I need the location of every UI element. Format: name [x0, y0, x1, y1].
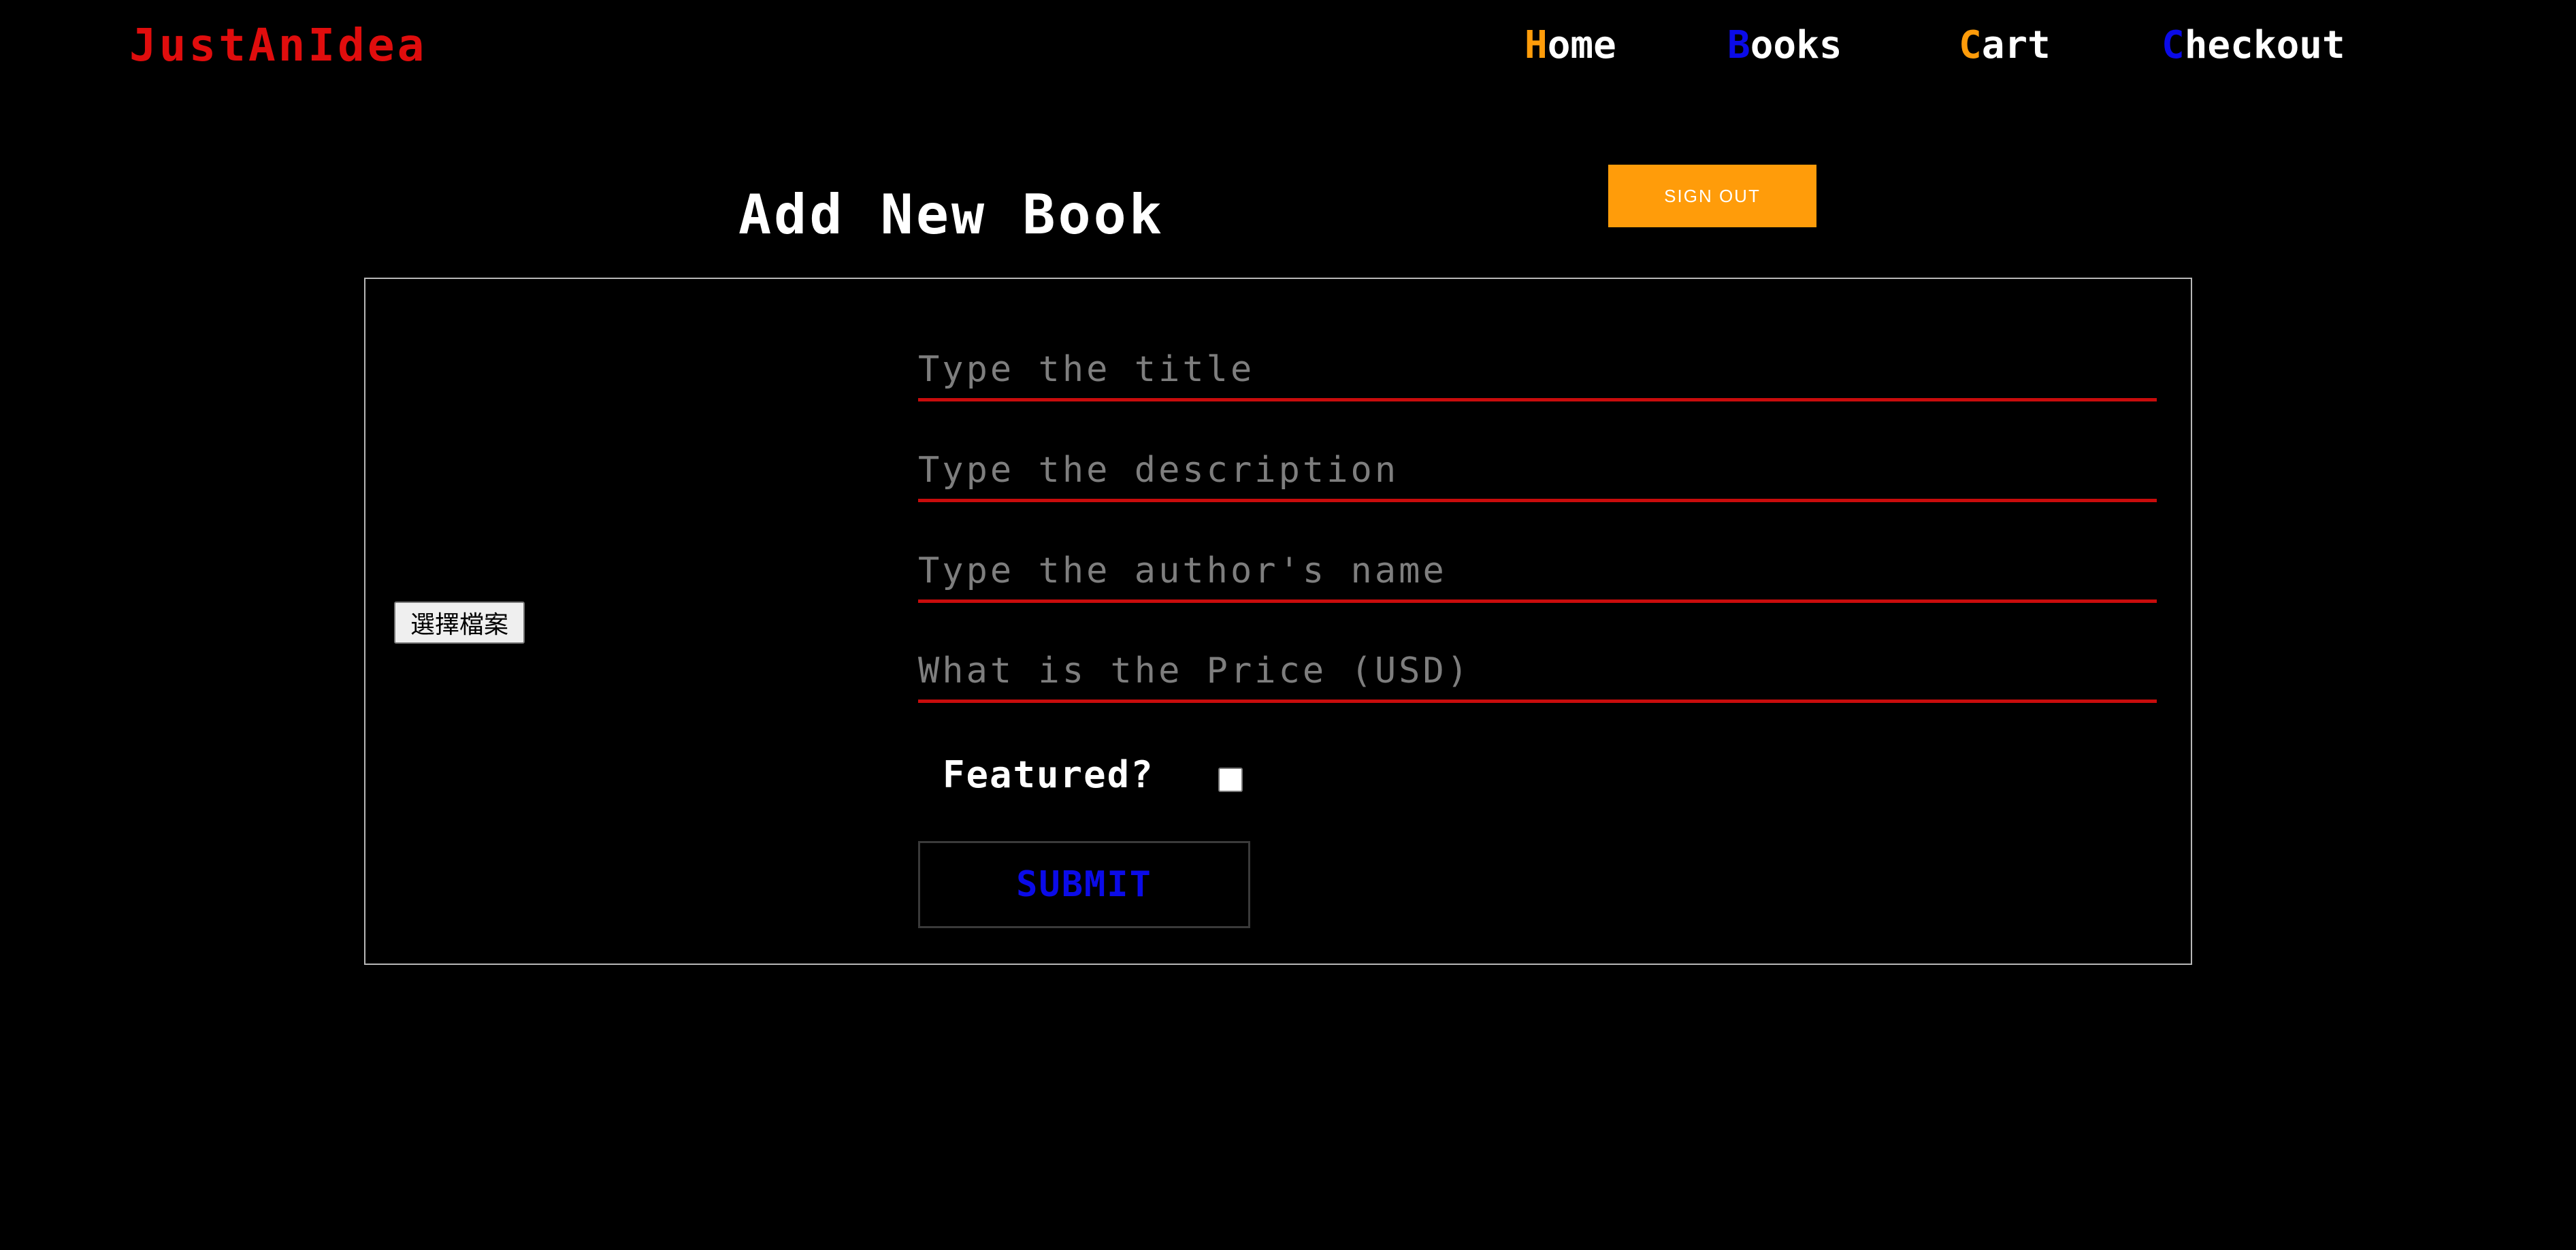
nav-link-checkout[interactable]: Checkout	[2162, 20, 2345, 71]
nav-link-books[interactable]: Books	[1727, 20, 1842, 71]
nav-home-initial: H	[1525, 23, 1548, 67]
price-input[interactable]	[918, 642, 2157, 703]
nav-home-rest: ome	[1547, 23, 1616, 67]
featured-label: Featured?	[943, 753, 1154, 796]
author-input[interactable]	[918, 542, 2157, 603]
title-input[interactable]	[918, 340, 2157, 401]
page-title: Add New Book	[738, 183, 1164, 246]
submit-button[interactable]: SUBMIT	[918, 841, 1250, 928]
nav-checkout-rest: heckout	[2184, 23, 2345, 67]
nav-cart-rest: art	[1981, 23, 2051, 67]
nav-checkout-initial: C	[2162, 23, 2185, 67]
featured-checkbox[interactable]	[1218, 768, 1243, 792]
description-input[interactable]	[918, 441, 2157, 502]
nav-books-rest: ooks	[1750, 23, 1842, 67]
nav-link-home[interactable]: Home	[1525, 20, 1616, 71]
sign-out-button[interactable]: SIGN OUT	[1608, 165, 1816, 227]
choose-file-button[interactable]: 選擇檔案	[394, 602, 525, 644]
nav-cart-initial: C	[1959, 23, 1982, 67]
nav-books-initial: B	[1727, 23, 1750, 67]
nav-link-cart[interactable]: Cart	[1959, 20, 2051, 71]
site-logo[interactable]: JustAnIdea	[129, 20, 427, 71]
add-book-form: 選擇檔案 Featured? SUBMIT	[364, 278, 2192, 965]
